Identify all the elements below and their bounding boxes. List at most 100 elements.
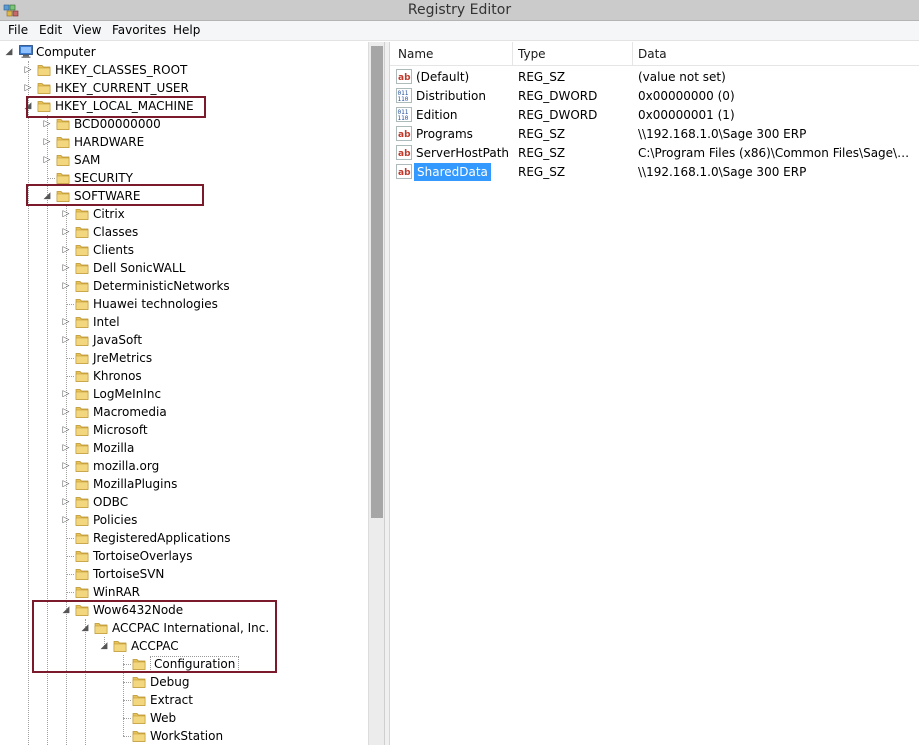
tree-node-label: Microsoft (93, 423, 148, 437)
expand-arrow-icon[interactable]: ▷ (42, 119, 52, 129)
expand-arrow-icon[interactable]: ▷ (61, 479, 71, 489)
folder-icon (75, 242, 89, 257)
tree-node-tortoisesvn[interactable]: TortoiseSVN (0, 565, 368, 583)
highlight-hklm-box (26, 96, 206, 118)
column-header-data[interactable]: Data (638, 47, 667, 61)
tree-node-label: Classes (93, 225, 139, 239)
expand-arrow-icon[interactable]: ▷ (23, 65, 33, 75)
expand-arrow-icon[interactable]: ▷ (61, 227, 71, 237)
expand-arrow-icon[interactable]: ▷ (42, 155, 52, 165)
tree-node-javasoft[interactable]: ▷ JavaSoft (0, 331, 368, 349)
expand-arrow-icon[interactable]: ▷ (61, 209, 71, 219)
tree-node-tortoiseoverlays[interactable]: TortoiseOverlays (0, 547, 368, 565)
value-name-cell: ServerHostPath (416, 146, 510, 160)
column-header-type[interactable]: Type (518, 47, 546, 61)
value-row-edition[interactable]: 011 110 Edition REG_DWORD 0x00000001 (1) (390, 105, 919, 124)
tree-node-sam[interactable]: ▷ SAM (0, 151, 368, 169)
expand-arrow-icon[interactable]: ▷ (61, 263, 71, 273)
tree-node-mozilla-org[interactable]: ▷ mozilla.org (0, 457, 368, 475)
column-header-name[interactable]: Name (398, 47, 433, 61)
expand-arrow-icon[interactable]: ▷ (61, 425, 71, 435)
folder-icon (75, 314, 89, 329)
key-tree-pane[interactable]: ◢ Computer ▷ HKEY_CLASSES_ROOT ▷ HKEY_CURRENT… (0, 42, 385, 745)
value-row-programs[interactable]: ab Programs REG_SZ \\192.168.1.0\Sage 300 E… (390, 124, 919, 143)
svg-text:ab: ab (398, 130, 411, 140)
value-row-default[interactable]: ab (Default) REG_SZ (value not set) (390, 67, 919, 86)
values-list-pane[interactable]: Name Type Data ab (Default) REG_SZ (value n… (390, 42, 919, 745)
folder-icon (132, 710, 146, 725)
column-separator[interactable] (512, 42, 513, 66)
expand-arrow-icon[interactable]: ▷ (61, 281, 71, 291)
collapse-arrow-icon[interactable]: ◢ (4, 47, 14, 57)
tree-node-winrar[interactable]: WinRAR (0, 583, 368, 601)
menu-view[interactable]: View (71, 23, 103, 37)
value-row-shareddata[interactable]: ab SharedData REG_SZ \\192.168.1.0\Sage 300… (390, 162, 919, 181)
tree-node-classes[interactable]: ▷ Classes (0, 223, 368, 241)
expand-arrow-icon[interactable]: ▷ (42, 137, 52, 147)
expand-arrow-icon[interactable]: ▷ (61, 461, 71, 471)
tree-node-intel[interactable]: ▷ Intel (0, 313, 368, 331)
string-value-icon: ab (396, 164, 412, 179)
tree-node-label: Policies (93, 513, 138, 527)
expand-arrow-icon[interactable]: ▷ (23, 83, 33, 93)
tree-node-hkey-classes-root[interactable]: ▷ HKEY_CLASSES_ROOT (0, 61, 368, 79)
tree-node-clients[interactable]: ▷ Clients (0, 241, 368, 259)
tree-node-computer[interactable]: ◢ Computer (0, 43, 368, 61)
tree-node-citrix[interactable]: ▷ Citrix (0, 205, 368, 223)
value-data-cell: 0x00000000 (0) (638, 89, 735, 103)
expand-arrow-icon[interactable]: ▷ (61, 407, 71, 417)
tree-node-label: TortoiseSVN (93, 567, 165, 581)
tree-scrollbar[interactable] (368, 42, 384, 745)
tree-node-workstation[interactable]: WorkStation (0, 727, 368, 745)
tree-node-label: Clients (93, 243, 134, 257)
expand-arrow-icon[interactable]: ▷ (61, 245, 71, 255)
menu-bar: File Edit View Favorites Help (0, 21, 919, 41)
value-row-distribution[interactable]: 011 110 Distribution REG_DWORD 0x00000000 (0… (390, 86, 919, 105)
tree-node-microsoft[interactable]: ▷ Microsoft (0, 421, 368, 439)
folder-icon (75, 278, 89, 293)
folder-icon (75, 494, 89, 509)
tree-node-registeredapplications[interactable]: RegisteredApplications (0, 529, 368, 547)
tree-node-hkey-current-user[interactable]: ▷ HKEY_CURRENT_USER (0, 79, 368, 97)
tree-node-mozillaplugins[interactable]: ▷ MozillaPlugins (0, 475, 368, 493)
expand-arrow-icon[interactable]: ▷ (61, 389, 71, 399)
dword-value-icon: 011 110 (396, 88, 412, 103)
tree-node-odbc[interactable]: ▷ ODBC (0, 493, 368, 511)
tree-node-policies[interactable]: ▷ Policies (0, 511, 368, 529)
tree-node-dell-sonicwall[interactable]: ▷ Dell SonicWALL (0, 259, 368, 277)
tree-node-label: Extract (150, 693, 193, 707)
tree-node-jremetrics[interactable]: JreMetrics (0, 349, 368, 367)
tree-node-label: Dell SonicWALL (93, 261, 186, 275)
tree-node-extract[interactable]: Extract (0, 691, 368, 709)
expand-arrow-icon[interactable]: ▷ (61, 317, 71, 327)
tree-node-logmeininc[interactable]: ▷ LogMeInInc (0, 385, 368, 403)
value-name-cell: SharedData (414, 163, 491, 181)
folder-icon (75, 548, 89, 563)
column-separator[interactable] (632, 42, 633, 66)
value-type-cell: REG_SZ (518, 127, 566, 141)
tree-node-macromedia[interactable]: ▷ Macromedia (0, 403, 368, 421)
tree-scrollbar-thumb[interactable] (371, 46, 383, 518)
menu-favorites[interactable]: Favorites (110, 23, 168, 37)
menu-edit[interactable]: Edit (37, 23, 64, 37)
tree-node-web[interactable]: Web (0, 709, 368, 727)
menu-file[interactable]: File (6, 23, 30, 37)
expand-arrow-icon[interactable]: ▷ (61, 515, 71, 525)
value-data-cell: C:\Program Files (x86)\Common Files\Sage… (638, 146, 916, 160)
title-bar: Registry Editor (0, 0, 919, 21)
svg-text:110: 110 (398, 96, 409, 103)
tree-node-hardware[interactable]: ▷ HARDWARE (0, 133, 368, 151)
tree-node-label: Intel (93, 315, 120, 329)
folder-icon (75, 224, 89, 239)
expand-arrow-icon[interactable]: ▷ (61, 497, 71, 507)
tree-node-label: HARDWARE (74, 135, 145, 149)
value-row-serverhostpath[interactable]: ab ServerHostPath REG_SZ C:\Program Files (… (390, 143, 919, 162)
tree-node-huawei-technologies[interactable]: Huawei technologies (0, 295, 368, 313)
tree-node-mozilla[interactable]: ▷ Mozilla (0, 439, 368, 457)
menu-help[interactable]: Help (171, 23, 202, 37)
expand-arrow-icon[interactable]: ▷ (61, 443, 71, 453)
tree-node-debug[interactable]: Debug (0, 673, 368, 691)
tree-node-khronos[interactable]: Khronos (0, 367, 368, 385)
expand-arrow-icon[interactable]: ▷ (61, 335, 71, 345)
tree-node-deterministicnetworks[interactable]: ▷ DeterministicNetworks (0, 277, 368, 295)
